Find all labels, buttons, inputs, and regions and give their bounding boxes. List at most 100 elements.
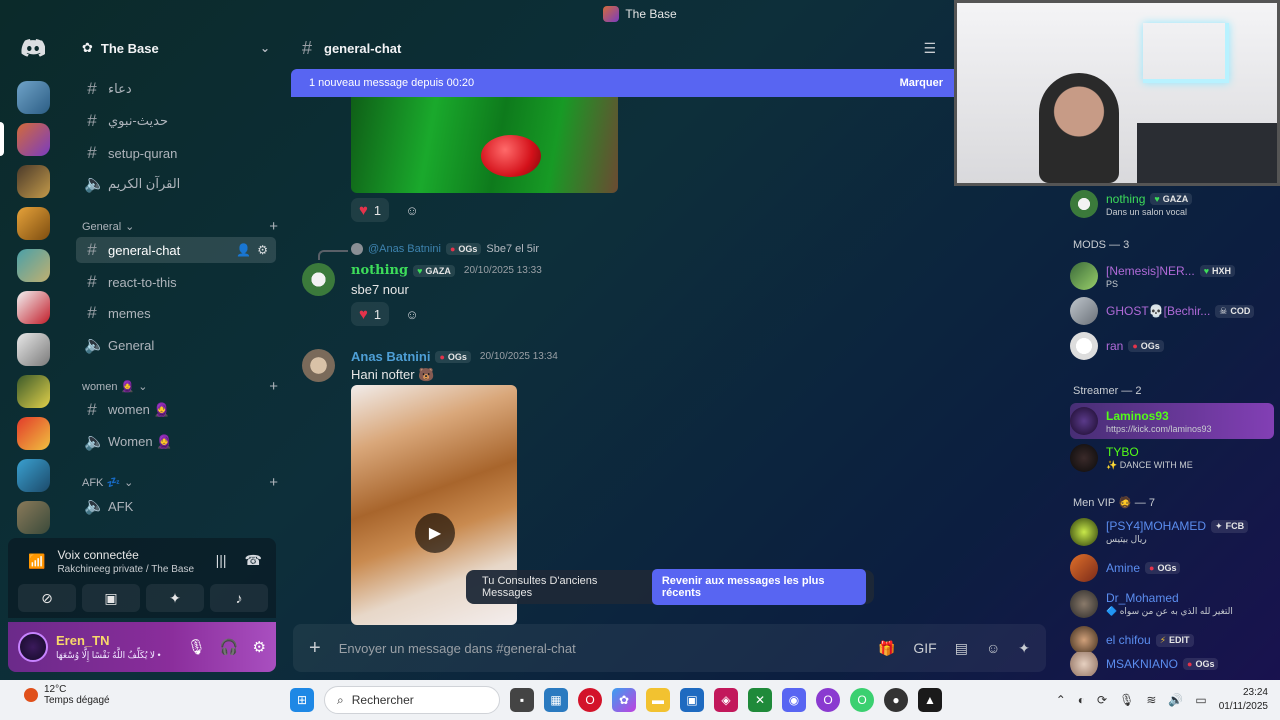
- channel-item[interactable]: 🔈 General: [76, 332, 276, 358]
- reaction-heart[interactable]: ♥ 1: [351, 302, 390, 326]
- avatar[interactable]: [302, 349, 335, 382]
- channel-item[interactable]: # memes: [76, 300, 276, 326]
- reply-preview[interactable]: @Anas Batnini ● OGs Sbe7 el 5ir: [351, 243, 539, 255]
- screen-share-button[interactable]: ▣: [82, 584, 140, 612]
- taskbar-search[interactable]: ⌕ Rechercher: [324, 686, 500, 714]
- attach-plus-icon[interactable]: +: [309, 637, 321, 660]
- member-item[interactable]: GHOST💀[Bechir... ☠ COD: [1070, 293, 1274, 329]
- image-attachment[interactable]: [351, 97, 618, 193]
- voice-status-subtitle[interactable]: Rakchineeg private / The Base: [57, 564, 194, 575]
- category-afk[interactable]: AFK 💤 ⌄ +: [82, 474, 278, 491]
- discord-home-icon[interactable]: [17, 32, 49, 64]
- server-icon[interactable]: [17, 333, 50, 366]
- gift-icon[interactable]: 🎁: [878, 640, 895, 657]
- server-icon[interactable]: [17, 417, 50, 450]
- noise-suppression-icon[interactable]: |||: [216, 552, 227, 569]
- microphone-icon[interactable]: 🎙: [1119, 693, 1134, 707]
- app-icon[interactable]: ◈: [714, 688, 738, 712]
- channel-item-general-chat[interactable]: # general-chat 👤 ⚙: [76, 237, 276, 263]
- channel-item[interactable]: # setup-quran: [76, 140, 276, 166]
- discord-icon[interactable]: ◉: [782, 688, 806, 712]
- wifi-icon[interactable]: ≋: [1146, 693, 1156, 707]
- server-icon[interactable]: [17, 291, 50, 324]
- channel-item[interactable]: 🔈 AFK: [76, 493, 276, 519]
- threads-icon[interactable]: ☰: [923, 40, 936, 57]
- category-general[interactable]: General ⌄ +: [82, 218, 278, 235]
- jump-to-present-button[interactable]: Revenir aux messages les plus récents: [651, 569, 866, 605]
- volume-icon[interactable]: 🔊: [1168, 693, 1183, 707]
- member-item[interactable]: [Nemesis]NER... ♥ HXH PS: [1070, 258, 1274, 294]
- play-icon[interactable]: ▶: [415, 513, 455, 553]
- gear-icon[interactable]: ⚙: [257, 243, 268, 257]
- app-icon[interactable]: ▦: [544, 688, 568, 712]
- category-women[interactable]: women 🧕 ⌄ +: [82, 378, 278, 395]
- server-icon[interactable]: [17, 81, 50, 114]
- server-icon[interactable]: [17, 459, 50, 492]
- channel-item[interactable]: 🔈 Women 🧕: [76, 429, 276, 455]
- member-item[interactable]: Dr_Mohamed 🔷 التغير لله الذي به عن من سو…: [1070, 586, 1274, 622]
- store-icon[interactable]: ▣: [680, 688, 704, 712]
- emoji-icon[interactable]: ☺: [986, 640, 1000, 657]
- channel-name: حديث-نبوي: [108, 113, 169, 128]
- taskbar-clock[interactable]: 23:24 01/11/2025: [1219, 686, 1268, 714]
- server-header[interactable]: ✿ The Base ⌄: [68, 28, 284, 68]
- tray-sync-icon[interactable]: ⟳: [1097, 693, 1107, 707]
- member-item[interactable]: TYBO ✨ DANCE WITH ME: [1070, 440, 1274, 476]
- new-messages-bar[interactable]: 1 nouveau message depuis 00:20 Marquer: [291, 69, 961, 97]
- server-icon[interactable]: [17, 501, 50, 534]
- server-icon-the-base[interactable]: [17, 123, 50, 156]
- windows-start-icon[interactable]: ⊞: [290, 688, 314, 712]
- add-channel-icon[interactable]: +: [269, 218, 278, 235]
- member-item[interactable]: [PSY4]MOHAMED ✦ FCB ريال بيتيس: [1070, 514, 1274, 550]
- server-icon[interactable]: [17, 207, 50, 240]
- channel-item[interactable]: # react-to-this: [76, 269, 276, 295]
- opera-icon[interactable]: O: [578, 688, 602, 712]
- message-author[interactable]: Anas Batnini: [351, 349, 430, 364]
- headphones-icon[interactable]: 🎧: [220, 638, 239, 656]
- tray-app-icon[interactable]: ◐: [1078, 693, 1085, 707]
- activities-button[interactable]: ✦: [146, 584, 204, 612]
- channel-item[interactable]: # حديث-نبوي: [76, 108, 276, 134]
- add-channel-icon[interactable]: +: [269, 378, 278, 395]
- browser-icon[interactable]: O: [850, 688, 874, 712]
- member-item[interactable]: nothing ♥ GAZA Dans un salon vocal: [1070, 186, 1274, 222]
- member-item[interactable]: Amine ● OGs: [1070, 550, 1274, 586]
- add-member-icon[interactable]: 👤: [236, 243, 251, 257]
- reaction-heart[interactable]: ♥ 1: [351, 198, 390, 222]
- add-channel-icon[interactable]: +: [269, 474, 278, 491]
- task-view-icon[interactable]: ▪: [510, 688, 534, 712]
- message-input[interactable]: Envoyer un message dans #general-chat: [339, 641, 576, 656]
- microphone-icon[interactable]: 🎙: [187, 638, 206, 656]
- avatar[interactable]: [18, 632, 48, 662]
- file-explorer-icon[interactable]: ▬: [646, 688, 670, 712]
- add-reaction-icon[interactable]: ☺: [401, 303, 423, 325]
- channel-item[interactable]: # دعاء: [76, 76, 276, 102]
- server-icon[interactable]: [17, 165, 50, 198]
- mark-read-button[interactable]: Marquer: [900, 77, 943, 89]
- channel-item[interactable]: # women 🧕: [76, 397, 276, 423]
- xbox-icon[interactable]: ✕: [748, 688, 772, 712]
- soundboard-button[interactable]: ♪: [210, 584, 268, 612]
- weather-widget[interactable]: 12°C Temps dégagé: [24, 684, 110, 706]
- battery-icon[interactable]: ▭: [1195, 693, 1206, 707]
- camera-off-button[interactable]: ⊘: [18, 584, 76, 612]
- copilot-icon[interactable]: ✿: [612, 688, 636, 712]
- opera-gx-icon[interactable]: O: [816, 688, 840, 712]
- member-item-highlighted[interactable]: Laminos93 https://kick.com/laminos93: [1070, 403, 1274, 439]
- obs-icon[interactable]: ●: [884, 688, 908, 712]
- server-icon[interactable]: [17, 375, 50, 408]
- message-author[interactable]: nothing: [351, 263, 408, 278]
- member-item[interactable]: ran ● OGs: [1070, 328, 1274, 364]
- chevron-up-icon[interactable]: ⌃: [1056, 693, 1066, 707]
- sticker-icon[interactable]: ▤: [955, 640, 968, 657]
- server-icon[interactable]: [17, 249, 50, 282]
- channel-item[interactable]: 🔈 القرآن الكريم: [76, 171, 276, 197]
- disconnect-icon[interactable]: ☎: [245, 552, 262, 569]
- gif-icon[interactable]: GIF: [913, 640, 936, 657]
- avatar[interactable]: [302, 263, 335, 296]
- kick-app-icon[interactable]: ▲: [918, 688, 942, 712]
- apps-icon[interactable]: ✦: [1018, 640, 1030, 657]
- add-reaction-icon[interactable]: ☺: [401, 199, 423, 221]
- gear-icon[interactable]: ⚙: [253, 638, 266, 656]
- member-item[interactable]: MSAKNIANO ● OGs: [1070, 652, 1274, 676]
